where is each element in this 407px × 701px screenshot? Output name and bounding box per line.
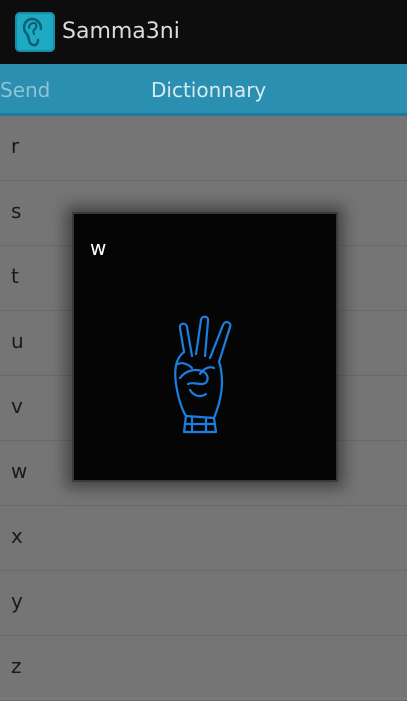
ear-icon[interactable] [15, 12, 55, 52]
action-bar: Samma3ni [0, 0, 407, 64]
tab-send[interactable]: Send [0, 78, 50, 102]
list-item-label: w [11, 459, 28, 483]
list-item-label: u [11, 329, 24, 353]
list-item[interactable]: z [0, 636, 407, 701]
sign-dialog[interactable]: w [72, 212, 338, 482]
hand-sign-w-icon [170, 312, 240, 444]
list-item-label: v [11, 394, 23, 418]
tab-dictionnary[interactable]: Dictionnary [151, 78, 266, 102]
dialog-letter: w [90, 236, 107, 260]
list-item[interactable]: y [0, 571, 407, 636]
list-item-label: z [11, 654, 22, 678]
list-item[interactable]: x [0, 506, 407, 571]
list-item-label: t [11, 264, 19, 288]
app-title: Samma3ni [62, 19, 180, 44]
list-item-label: x [11, 524, 23, 548]
list-item-label: s [11, 199, 22, 223]
list-item[interactable]: r [0, 116, 407, 181]
tab-bar: Send Dictionnary [0, 64, 407, 116]
list-item-label: y [11, 589, 23, 613]
list-item-label: r [11, 134, 20, 158]
